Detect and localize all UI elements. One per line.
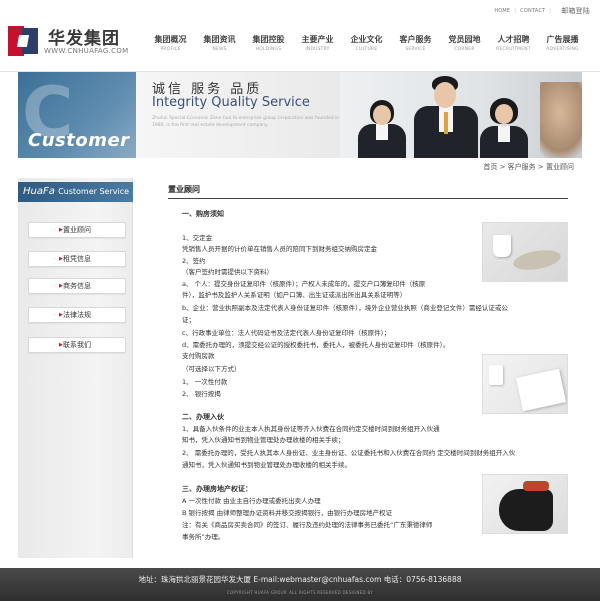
content-line: B 银行按揭 由律师整理办证资料并移交按揭银行，由银行办理房地产权证	[182, 509, 393, 517]
content-line: （客户签约时需提供以下资料）	[182, 268, 273, 276]
content-line: 1、 一次性付款	[182, 378, 228, 386]
top-links: HOME | CONTACT | 邮箱登陆	[494, 6, 590, 16]
arrow-icon: ▶	[59, 312, 63, 318]
nav-item-advertising[interactable]: 广告展播 ADVERTISING	[538, 34, 587, 52]
person-figure	[414, 74, 478, 158]
content-line: 证；	[182, 316, 195, 324]
content-line: 注：有关《商品房买卖合同》的签订、履行及违约处理的法律事务已委托“广东秉德律师	[182, 521, 433, 529]
arrow-icon: ▶	[59, 256, 63, 262]
documents-image	[482, 354, 568, 414]
site-footer: 地址：珠海拱北丽景花园华发大厦 E-mail:webmaster@cnhuafa…	[0, 568, 600, 601]
breadcrumb[interactable]: 首页 > 客户服务 > 置业顾问	[483, 162, 574, 172]
section-title: 二、办理入伙	[182, 413, 224, 421]
banner: C Customer 诚信 服务 品质 Integrity Quality Se…	[18, 72, 582, 158]
brand-url: WWW.CNHUAFAG.COM	[44, 47, 129, 55]
person-figure	[358, 100, 406, 158]
mail-login-link[interactable]: 邮箱登陆	[561, 6, 590, 16]
content-line: c、行政事业单位：法人代码证书及法定代表人身份证复印件（核原件）；	[182, 329, 391, 337]
separator: |	[514, 8, 517, 14]
nav-item-service[interactable]: 客户服务 SERVICE	[391, 34, 440, 52]
content-line: 知书，凭入伙通知书到物业管理处办理收楼的相关手续；	[182, 436, 345, 444]
site-header: HOME | CONTACT | 邮箱登陆 华发集团 WWW.CNHUAFAG.…	[0, 0, 600, 72]
nav-item-corner[interactable]: 党员园地 CORNER	[440, 34, 489, 52]
content-line: 事务所”办理。	[182, 533, 225, 541]
nav-item-news[interactable]: 集团资讯 NEWS	[195, 34, 244, 52]
banner-people-photo	[340, 72, 582, 158]
footer-contact: 地址：珠海拱北丽景花园华发大厦 E-mail:webmaster@cnhuafa…	[138, 575, 462, 584]
nav-item-culture[interactable]: 企业文化 CULTURE	[342, 34, 391, 52]
content-line: A 一次性付款 由业主自行办理或委托出卖人办理	[182, 497, 321, 505]
content-line: 2、签约	[182, 257, 206, 265]
person-figure	[480, 98, 528, 158]
home-link[interactable]: HOME	[494, 8, 510, 14]
cup-and-coins-image	[482, 222, 568, 282]
sidebar-item-business-info[interactable]: ▶ 商务信息	[28, 278, 126, 294]
slogan-en: Integrity Quality Service	[152, 95, 310, 110]
banner-customer-text: Customer	[28, 130, 130, 151]
nav-item-holdings[interactable]: 集团控股 HOLDINGS	[244, 34, 293, 52]
content-line: 通知书，凭入伙通知书到物业管理处办理收楼的相关手续。	[182, 461, 351, 469]
arrow-icon: ▶	[59, 283, 63, 289]
sidebar-item-laws[interactable]: ▶ 法律法规	[28, 307, 126, 323]
sidebar-title: HuaFa Customer Service	[18, 182, 133, 202]
arrow-icon: ▶	[59, 227, 63, 233]
handshake-image	[482, 474, 568, 534]
company-logo-icon[interactable]	[8, 26, 38, 56]
banner-slogan-panel: 诚信 服务 品质 Integrity Quality Service Zhuha…	[136, 72, 346, 158]
footer-copyright: COPYRIGHT HUAFA GROUP. ALL RIGHTS RESERV…	[226, 590, 374, 595]
content-line: b、企业：营业执照副本及法定代表人身份证复印件（核原件），境外企业营业执照（商业…	[182, 304, 508, 312]
contact-link[interactable]: CONTACT	[520, 8, 545, 14]
nav-item-industry[interactable]: 主要产业 INDUSTRY	[293, 34, 342, 52]
content-line: 2、 需委托办理的，受托人执其本人身份证、业主身份证、公证委托书和入伙费在合同约…	[182, 449, 516, 457]
nav-item-profile[interactable]: 集团概况 PROFILE	[146, 34, 195, 52]
sidebar-item-rental-info[interactable]: ▶ 租凭信息	[28, 251, 126, 267]
arrow-icon: ▶	[59, 342, 63, 348]
nav-item-recruitment[interactable]: 人才招聘 RECRUITMENT	[489, 34, 538, 52]
main-nav: 集团概况 PROFILE 集团资讯 NEWS 集团控股 HOLDINGS 主要产业 IN…	[146, 34, 587, 52]
content-line: 1、交定金	[182, 234, 213, 242]
section-title: 三、办理房地产权证：	[182, 485, 252, 493]
content-line: （可选择以下方式）	[182, 365, 241, 373]
content-line: 2、 银行按揭	[182, 390, 221, 398]
separator: |	[549, 8, 552, 14]
section-title: 一、购房须知	[182, 210, 224, 218]
sidebar-item-property-advisor[interactable]: ▶ 置业顾问	[28, 222, 126, 238]
page-title: 置业顾问	[168, 185, 200, 194]
title-divider	[168, 198, 568, 199]
content-line: 件），监护书及监护人关系证明（如户口簿、出生证或派出所出具关系证明等）	[182, 291, 407, 299]
brand-name[interactable]: 华发集团	[48, 24, 120, 49]
sidebar: HuaFa Customer Service ▶ 置业顾问 ▶ 租凭信息 ▶ 商务信息…	[18, 178, 133, 558]
content-line: 1、具备入伙条件的业主本人执其身份证等齐入伙费在合同约定交楼时间到财务组开入伙通	[182, 425, 440, 433]
content-line: a、 个人：提交身份证复印件（核原件）；产权人未成年的，提交户口簿复印件（核原	[182, 280, 426, 288]
blurred-figure	[540, 82, 582, 158]
content-line: d、需委托办理的，须提交经公证的授权委托书，委托人，被委托人身份证复印件（核原件…	[182, 341, 450, 349]
slogan-small: Zhuhai Special Economic Zone hua fa ente…	[152, 116, 340, 128]
content-line: 支付购房款	[182, 352, 215, 360]
content-line: 凭销售人员开据的计价单在销售人员的陪同下到财务组交纳购房定金	[182, 245, 377, 253]
sidebar-item-contact-us[interactable]: ▶ 联系我们	[28, 337, 126, 353]
banner-customer-panel: C Customer	[18, 72, 136, 158]
